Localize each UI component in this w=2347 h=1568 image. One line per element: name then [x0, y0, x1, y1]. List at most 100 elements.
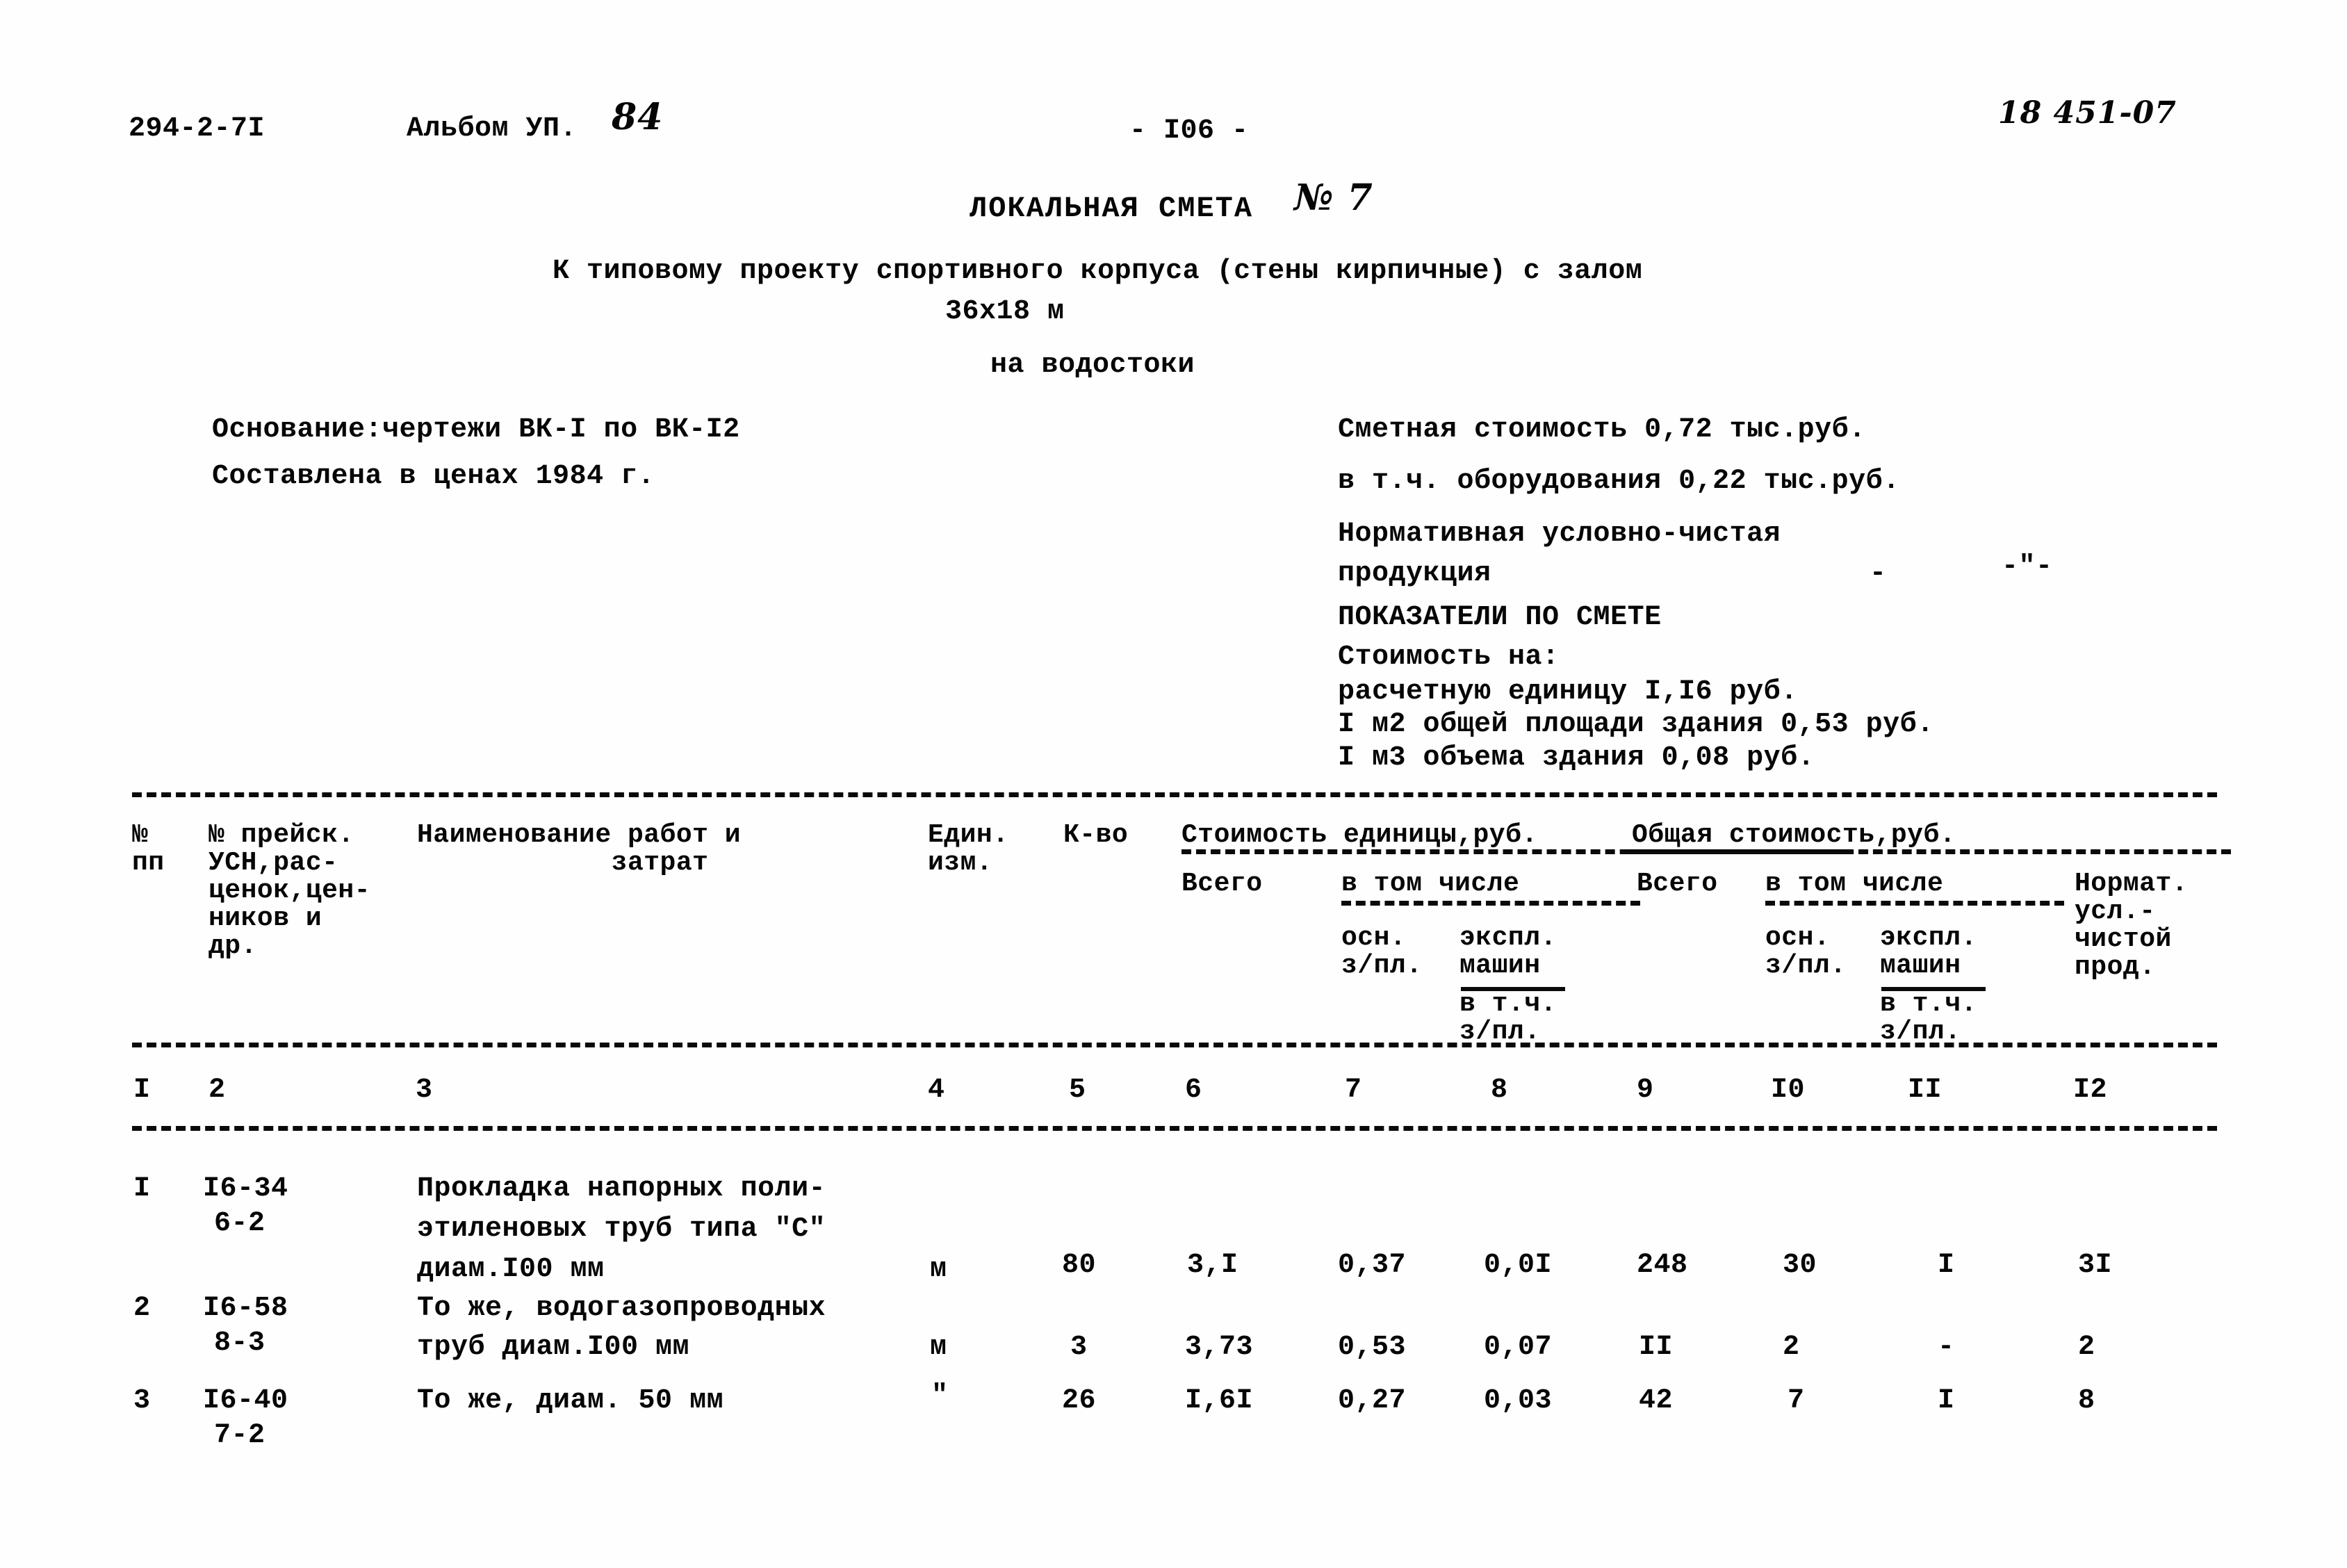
row-total-mach: - — [1938, 1332, 1955, 1363]
row-qty: 80 — [1062, 1250, 1097, 1281]
column-number-2: 2 — [208, 1075, 226, 1106]
column-number-1: I — [133, 1075, 151, 1106]
row-qty: 26 — [1062, 1385, 1097, 1416]
page-title-number: № 7 — [1294, 177, 1373, 219]
column-header-unit-basic-wage: осн. з/пл. — [1341, 923, 1423, 981]
row-unit-total: I,6I — [1185, 1385, 1254, 1416]
column-header-total-total: Всего — [1637, 869, 1718, 899]
row-norm: 8 — [2078, 1385, 2095, 1416]
cost-per-m3: I м3 объема здания 0,08 руб. — [1338, 742, 1815, 774]
column-number-12: I2 — [2073, 1075, 2108, 1106]
page-title: ЛОКАЛЬНАЯ СМЕТА — [970, 192, 1254, 225]
row-unit-osn: 0,53 — [1338, 1332, 1407, 1363]
column-number-3: 3 — [416, 1075, 433, 1106]
subtitle-line-1: К типовому проекту спортивного корпуса (… — [553, 256, 1643, 287]
column-header-total-machine: экспл. машин — [1880, 923, 1977, 981]
row-name-line-3: диам.I00 мм — [417, 1254, 605, 1285]
page-number: - I06 - — [1129, 115, 1249, 147]
column-number-6: 6 — [1185, 1075, 1202, 1106]
column-header-total-basic-wage: осн. з/пл. — [1765, 923, 1847, 981]
column-number-4: 4 — [928, 1075, 945, 1106]
unit-vtch-underline — [1341, 901, 1640, 906]
row-unit-total: 3,I — [1187, 1250, 1238, 1281]
row-unit-osn: 0,27 — [1338, 1385, 1407, 1416]
indicators-title: ПОКАЗАТЕЛИ ПО СМЕТЕ — [1338, 602, 1662, 633]
row-unit-mach: 0,07 — [1484, 1332, 1553, 1363]
row-norm: 3I — [2078, 1250, 2113, 1281]
column-header-unit: Един. изм. — [928, 820, 1009, 878]
row-total-osn: 7 — [1788, 1385, 1805, 1416]
column-header-price-ref: № прейск. УСН,рас- ценок,цен- ников и др… — [208, 820, 371, 961]
column-header-total-including: в том числе — [1765, 869, 1944, 899]
album-number: 84 — [612, 96, 664, 138]
row-price-ref-2: 8-3 — [214, 1328, 265, 1359]
row-unit-osn: 0,37 — [1338, 1250, 1407, 1281]
table-column-number-divider — [132, 1126, 2217, 1131]
row-price-ref-2: 6-2 — [214, 1208, 265, 1239]
column-header-unit-machine-wage: в т.ч. з/пл. — [1459, 989, 1557, 1047]
row-name-line-2: этиленовых труб типа "С" — [417, 1214, 826, 1245]
column-header-unit-total: Всего — [1181, 869, 1263, 899]
column-header-normative-product: Нормат. усл.- чистой прод. — [2075, 869, 2189, 982]
document-reference-number: 18 451-07 — [1998, 95, 2177, 131]
row-qty: 3 — [1070, 1332, 1088, 1363]
row-unit-mach: 0,03 — [1484, 1385, 1553, 1416]
column-number-5: 5 — [1069, 1075, 1086, 1106]
row-no: 2 — [133, 1293, 151, 1324]
row-name-line-1: То же, водогазопроводных — [417, 1293, 826, 1324]
normative-product-dash-1: - — [1870, 558, 1887, 589]
row-total-total: II — [1639, 1332, 1674, 1363]
row-unit-mach: 0,0I — [1484, 1250, 1553, 1281]
row-name-line-1: То же, диам. 50 мм — [417, 1385, 724, 1416]
column-header-total-machine-wage: в т.ч. з/пл. — [1880, 989, 1977, 1047]
normative-product-line-1: Нормативная условно-чистая — [1338, 518, 1781, 550]
normative-product-dash-2: -"- — [2002, 551, 2053, 582]
column-number-9: 9 — [1637, 1075, 1654, 1106]
column-header-cost-total-group: Общая стоимость,руб. — [1632, 820, 1956, 850]
basis-line: Основание:чертежи ВК-I по ВК-I2 — [212, 414, 740, 446]
row-total-mach: I — [1938, 1385, 1955, 1416]
row-price-ref-1: I6-40 — [203, 1385, 288, 1416]
document-page: 294-2-7I Альбом УП. 84 - I06 - 18 451-07… — [0, 0, 2347, 1568]
row-unit: м — [930, 1332, 947, 1363]
column-number-10: I0 — [1771, 1075, 1806, 1106]
row-unit: м — [930, 1254, 947, 1285]
cost-per-m2: I м2 общей площади здания 0,53 руб. — [1338, 709, 1934, 740]
column-header-unit-including: в том числе — [1341, 869, 1520, 899]
cost-total-group-underline — [1626, 849, 2231, 854]
column-header-quantity: К-во — [1063, 820, 1129, 850]
price-level-line: Составлена в ценах 1984 г. — [212, 461, 655, 492]
row-total-mach: I — [1938, 1250, 1955, 1281]
row-norm: 2 — [2078, 1332, 2095, 1363]
row-no: 3 — [133, 1385, 151, 1416]
column-header-cost-unit-group: Стоимость единицы,руб. — [1181, 820, 1538, 850]
row-total-osn: 30 — [1783, 1250, 1817, 1281]
normative-product-line-2: продукция — [1338, 558, 1491, 589]
row-price-ref-1: I6-34 — [203, 1173, 288, 1204]
row-total-osn: 2 — [1783, 1332, 1800, 1363]
column-number-7: 7 — [1345, 1075, 1362, 1106]
document-code: 294-2-7I — [129, 113, 265, 145]
row-no: I — [133, 1173, 151, 1204]
column-header-name: Наименование работ и затрат — [417, 820, 742, 878]
row-total-total: 42 — [1639, 1385, 1674, 1416]
album-label: Альбом УП. — [407, 113, 578, 145]
row-total-total: 248 — [1637, 1250, 1688, 1281]
column-number-11: II — [1908, 1075, 1943, 1106]
column-header-unit-machine: экспл. машин — [1459, 923, 1557, 981]
subtitle-line-3: на водостоки — [990, 350, 1195, 381]
cost-on-label: Стоимость на: — [1338, 642, 1560, 673]
cost-per-unit: расчетную единицу I,I6 руб. — [1338, 676, 1798, 708]
row-unit: " — [931, 1380, 949, 1412]
estimate-equipment-cost: в т.ч. оборудования 0,22 тыс.руб. — [1338, 466, 1900, 497]
total-vtch-underline — [1765, 901, 2064, 906]
table-top-divider — [132, 792, 2217, 797]
column-header-no: № пп — [132, 820, 165, 878]
subtitle-line-2: 36х18 м — [945, 296, 1065, 327]
row-name-line-2: труб диам.I00 мм — [417, 1332, 690, 1363]
row-price-ref-1: I6-58 — [203, 1293, 288, 1324]
row-price-ref-2: 7-2 — [214, 1420, 265, 1451]
row-unit-total: 3,73 — [1185, 1332, 1254, 1363]
estimate-total-cost: Сметная стоимость 0,72 тыс.руб. — [1338, 414, 1866, 446]
column-number-8: 8 — [1491, 1075, 1508, 1106]
